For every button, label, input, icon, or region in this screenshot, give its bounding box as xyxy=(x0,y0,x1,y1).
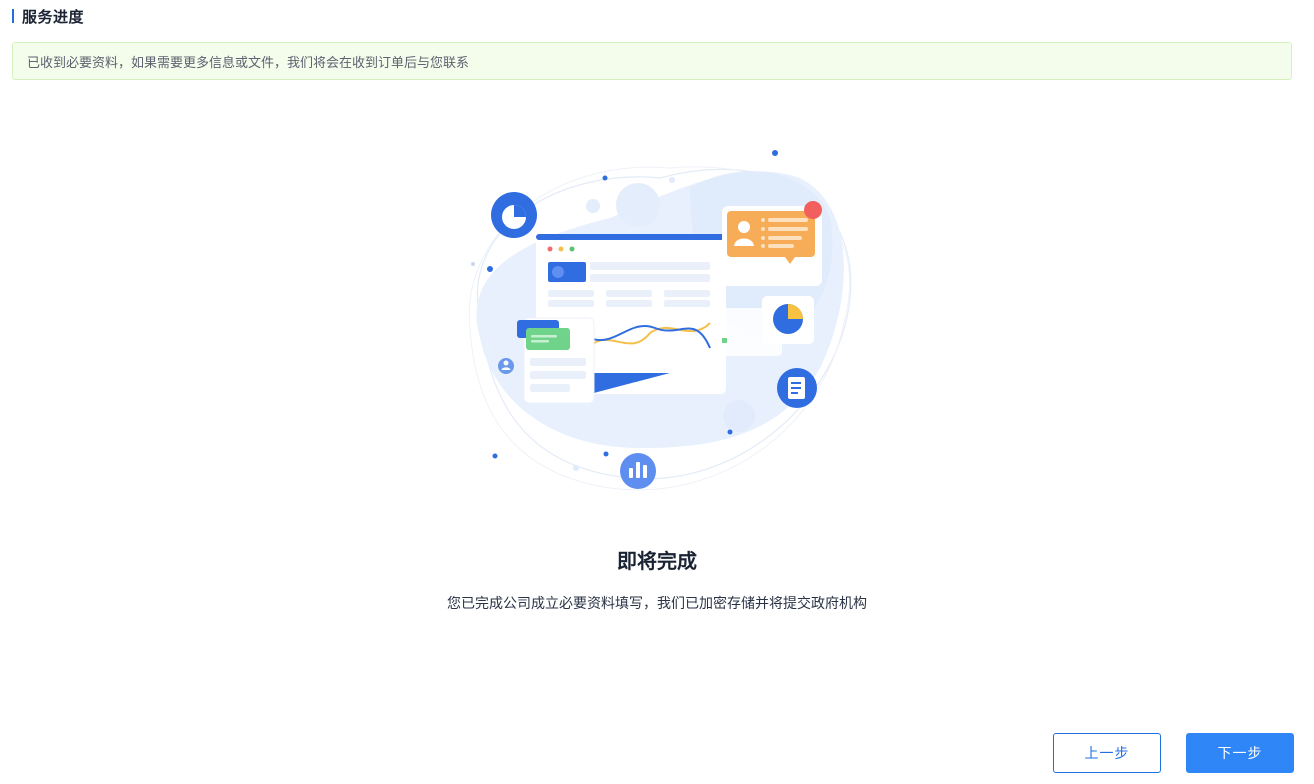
pie-chart-icon xyxy=(491,192,537,238)
next-step-button[interactable]: 下一步 xyxy=(1186,733,1294,773)
section-title-bar xyxy=(12,9,14,23)
pie-card xyxy=(762,296,814,344)
profile-card xyxy=(722,201,822,286)
previous-step-button[interactable]: 上一步 xyxy=(1053,733,1161,773)
completion-illustration xyxy=(440,128,880,508)
success-notice: 已收到必要资料，如果需要更多信息或文件，我们将会在收到订单后与您联系 xyxy=(12,42,1292,80)
service-progress-page: 服务进度 已收到必要资料，如果需要更多信息或文件，我们将会在收到订单后与您联系 xyxy=(0,0,1314,784)
section-title-text: 服务进度 xyxy=(22,7,85,26)
document-icon xyxy=(777,368,817,408)
document-card xyxy=(517,317,595,404)
bar-chart-icon xyxy=(620,453,656,489)
completion-heading: 即将完成 xyxy=(617,549,697,573)
user-icon xyxy=(498,358,514,374)
completion-description: 您已完成公司成立必要资料填写，我们已加密存储并将提交政府机构 xyxy=(447,596,867,612)
section-title: 服务进度 xyxy=(12,6,84,26)
